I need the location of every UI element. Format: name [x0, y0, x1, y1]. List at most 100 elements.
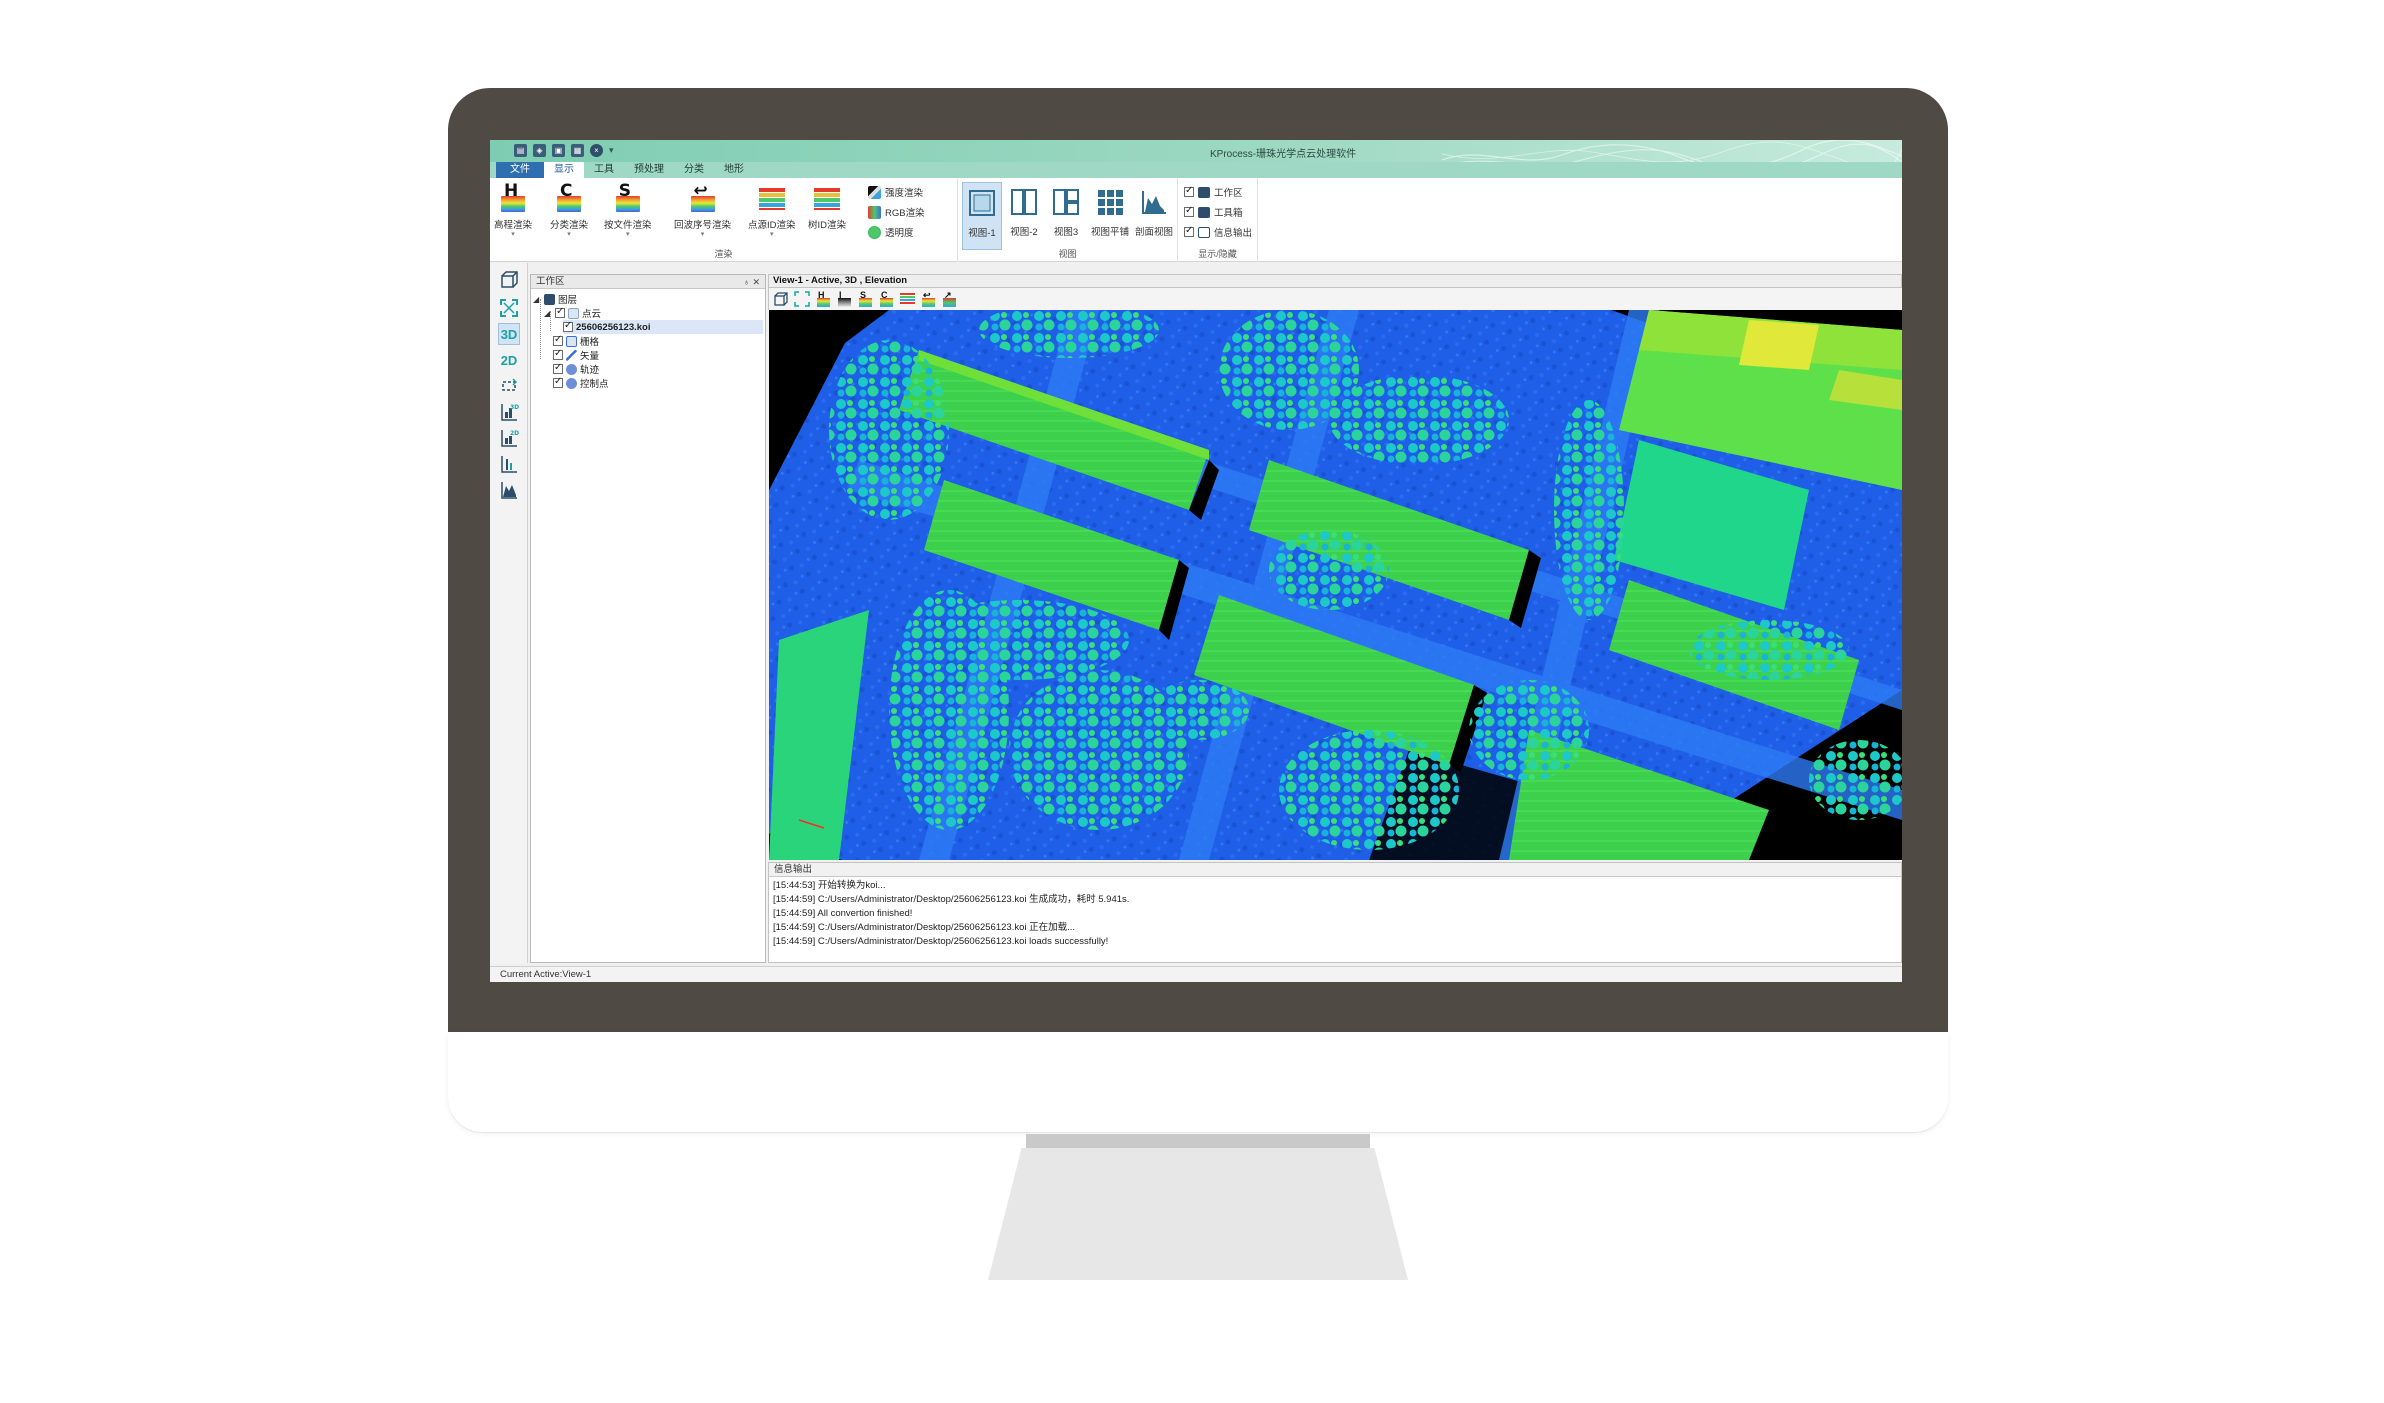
- tree-id-render-button[interactable]: 树ID渲染: [808, 182, 846, 231]
- pointcloud-checkbox[interactable]: [555, 306, 565, 318]
- svg-text:3D: 3D: [510, 404, 519, 411]
- log-line: [15:44:59] C:/Users/Administrator/Deskto…: [773, 936, 1109, 947]
- control-points-icon: [566, 377, 577, 389]
- point-cloud-viewport[interactable]: [769, 310, 1902, 860]
- info-output-header: 信息输出: [769, 863, 1901, 877]
- track-label: 轨迹: [580, 365, 600, 376]
- elevation-render-button[interactable]: H 高程渲染 ▾: [494, 181, 532, 239]
- info-output-toggle-label: 信息输出: [1214, 228, 1253, 239]
- tile-views-button[interactable]: 视图平铺: [1088, 182, 1132, 250]
- tree-item-pointcloud[interactable]: ◢ 点云: [544, 306, 601, 320]
- return-number-render-button[interactable]: ↩ 回波序号渲染 ▾: [674, 181, 732, 239]
- save-icon[interactable]: ▣: [552, 144, 565, 157]
- pointcloud-label: 点云: [582, 309, 602, 320]
- transparency-button[interactable]: 透明度: [868, 224, 925, 240]
- intensity-render-button[interactable]: 强度渲染: [868, 184, 925, 200]
- class-render-small-icon[interactable]: C: [878, 290, 894, 307]
- point-source-id-render-icon: [757, 182, 787, 214]
- tab-classify[interactable]: 分类: [674, 162, 714, 178]
- intensity-render-small-icon[interactable]: I: [836, 290, 852, 307]
- title-bar: ▤ ◈ ▣ ▦ × ▾ KProcess-珊珠光学点云处理软件: [490, 140, 1902, 173]
- tab-preprocess[interactable]: 预处理: [624, 162, 674, 178]
- monitor-stand-neck: [1026, 1134, 1370, 1150]
- info-output-checkbox[interactable]: [1184, 225, 1194, 237]
- view-cube-small-icon[interactable]: [773, 291, 789, 307]
- vector-checkbox[interactable]: [553, 348, 563, 360]
- intensity-render-icon: [868, 185, 881, 199]
- elevation-render-small-icon[interactable]: H: [815, 290, 831, 307]
- quick-access-dropdown-icon[interactable]: ▾: [609, 144, 614, 157]
- view-2-button[interactable]: 视图-2: [1004, 182, 1044, 250]
- profile-2d-icon[interactable]: 2D: [498, 427, 520, 449]
- tree-id-render-small-icon[interactable]: ↗: [941, 290, 957, 307]
- rotate-view-icon[interactable]: [498, 375, 520, 397]
- point-source-render-small-icon[interactable]: [899, 291, 915, 307]
- tab-display[interactable]: 显示: [544, 162, 584, 178]
- toolbox-checkbox[interactable]: [1184, 205, 1194, 217]
- profile-view-button[interactable]: 剖面视图: [1134, 182, 1174, 250]
- file-render-small-icon[interactable]: S: [857, 290, 873, 307]
- workspace-checkbox[interactable]: [1184, 185, 1194, 197]
- view-group-label: 视图: [1058, 249, 1077, 259]
- ribbon-tabs: 文件 显示 工具 预处理 分类 地形: [490, 162, 1902, 178]
- app-title: KProcess-珊珠光学点云处理软件: [1210, 149, 1357, 160]
- open-folder-icon[interactable]: ▤: [514, 144, 527, 157]
- tab-file[interactable]: 文件: [496, 162, 544, 178]
- file-render-icon: S: [613, 181, 643, 214]
- render-group-label: 渲染: [714, 249, 733, 259]
- status-bar: Current Active:View-1: [490, 966, 1902, 982]
- show-hide-list: 工作区 工具箱 信息输出: [1184, 182, 1252, 242]
- rgb-render-button[interactable]: RGB渲染: [868, 204, 925, 220]
- section-chart-icon[interactable]: [498, 479, 520, 501]
- zoom-extent-small-icon[interactable]: [794, 291, 810, 307]
- view-1-icon: [969, 190, 995, 216]
- return-number-render-label: 回波序号渲染: [674, 220, 732, 231]
- workspace-pin-close-icons[interactable]: ♁ ✕: [743, 275, 760, 289]
- app-window: ▤ ◈ ▣ ▦ × ▾ KProcess-珊珠光学点云处理软件 文件 显示 工具…: [490, 140, 1902, 982]
- profile-3d-icon[interactable]: 3D: [498, 401, 520, 423]
- tree-item-file[interactable]: 25606256123.koi: [563, 320, 763, 334]
- expand-icon[interactable]: ◢: [544, 309, 552, 318]
- point-source-id-render-button[interactable]: 点源ID渲染 ▾: [748, 182, 796, 239]
- return-number-render-icon: ↩: [688, 181, 718, 214]
- view-1-button[interactable]: 视图-1: [962, 182, 1002, 250]
- tree-item-control-points[interactable]: 控制点: [553, 376, 609, 390]
- track-checkbox[interactable]: [553, 362, 563, 374]
- info-output-panel: 信息输出 [15:44:53] 开始转换为koi... [15:44:59] C…: [768, 862, 1902, 963]
- toggle-toolbox[interactable]: 工具箱: [1184, 202, 1252, 222]
- class-render-label: 分类渲染: [550, 220, 589, 231]
- log-list: [15:44:53] 开始转换为koi... [15:44:59] C:/Use…: [769, 877, 1901, 949]
- point-cloud-render[interactable]: [769, 310, 1902, 860]
- toggle-workspace[interactable]: 工作区: [1184, 182, 1252, 202]
- tree-id-render-label: 树ID渲染: [808, 220, 847, 231]
- file-checkbox[interactable]: [563, 320, 573, 332]
- expand-icon[interactable]: ◢: [533, 295, 541, 304]
- view-3-button[interactable]: 视图3: [1046, 182, 1086, 250]
- tree-item-raster[interactable]: 栅格: [553, 334, 599, 348]
- tab-tools[interactable]: 工具: [584, 162, 624, 178]
- view-3d-button[interactable]: 3D: [498, 323, 520, 345]
- profile-view-label: 剖面视图: [1134, 227, 1173, 238]
- class-render-button[interactable]: C 分类渲染 ▾: [550, 181, 589, 239]
- tree-id-render-icon: [812, 182, 842, 214]
- file-render-button[interactable]: S 按文件渲染 ▾: [604, 181, 652, 239]
- toggle-info-output[interactable]: 信息输出: [1184, 222, 1252, 242]
- tree-root-layers[interactable]: ◢ 图层: [533, 292, 577, 306]
- raster-checkbox[interactable]: [553, 334, 563, 346]
- transparency-label: 透明度: [885, 228, 914, 239]
- print-icon[interactable]: ▦: [571, 144, 584, 157]
- zoom-extent-icon[interactable]: [498, 297, 520, 319]
- measure-icon[interactable]: [498, 453, 520, 475]
- layers-icon[interactable]: ◈: [533, 144, 546, 157]
- tile-views-label: 视图平铺: [1090, 227, 1129, 238]
- view-cube-icon[interactable]: [498, 269, 520, 291]
- tree-item-vector[interactable]: 矢量: [553, 348, 599, 362]
- log-line: [15:44:53] 开始转换为koi...: [773, 880, 886, 891]
- tree-item-track[interactable]: 轨迹: [553, 362, 599, 376]
- control-points-checkbox[interactable]: [553, 376, 563, 388]
- tab-terrain[interactable]: 地形: [714, 162, 754, 178]
- return-render-small-icon[interactable]: ↩: [920, 290, 936, 307]
- render-small-buttons: 强度渲染 RGB渲染 透明度: [868, 184, 925, 240]
- view-2d-button[interactable]: 2D: [498, 349, 520, 371]
- close-circle-icon[interactable]: ×: [590, 144, 603, 157]
